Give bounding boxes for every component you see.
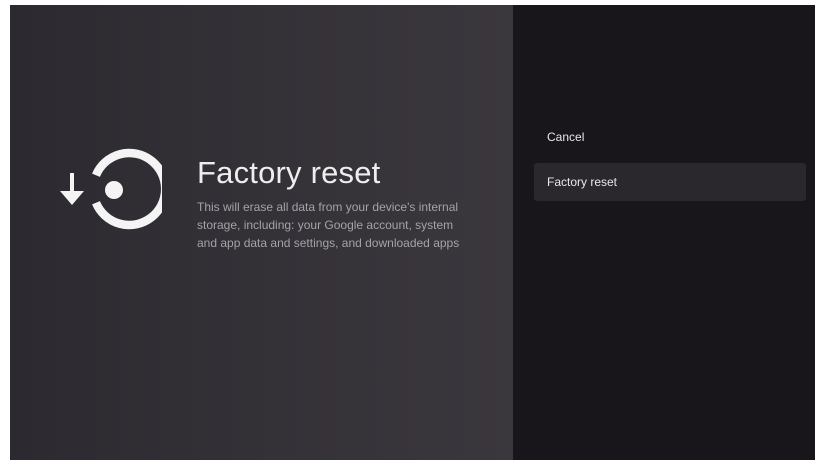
factory-reset-button[interactable]: Factory reset [534, 163, 806, 201]
info-panel: Factory reset This will erase all data f… [10, 5, 513, 460]
page-title: Factory reset [197, 155, 381, 190]
action-panel: Cancel Factory reset [513, 5, 815, 460]
restore-icon [58, 143, 162, 235]
page-description: This will erase all data from your devic… [197, 200, 460, 250]
cancel-button[interactable]: Cancel [534, 118, 806, 156]
action-menu: Cancel Factory reset [534, 118, 806, 208]
factory-reset-screen: Factory reset This will erase all data f… [10, 5, 815, 460]
